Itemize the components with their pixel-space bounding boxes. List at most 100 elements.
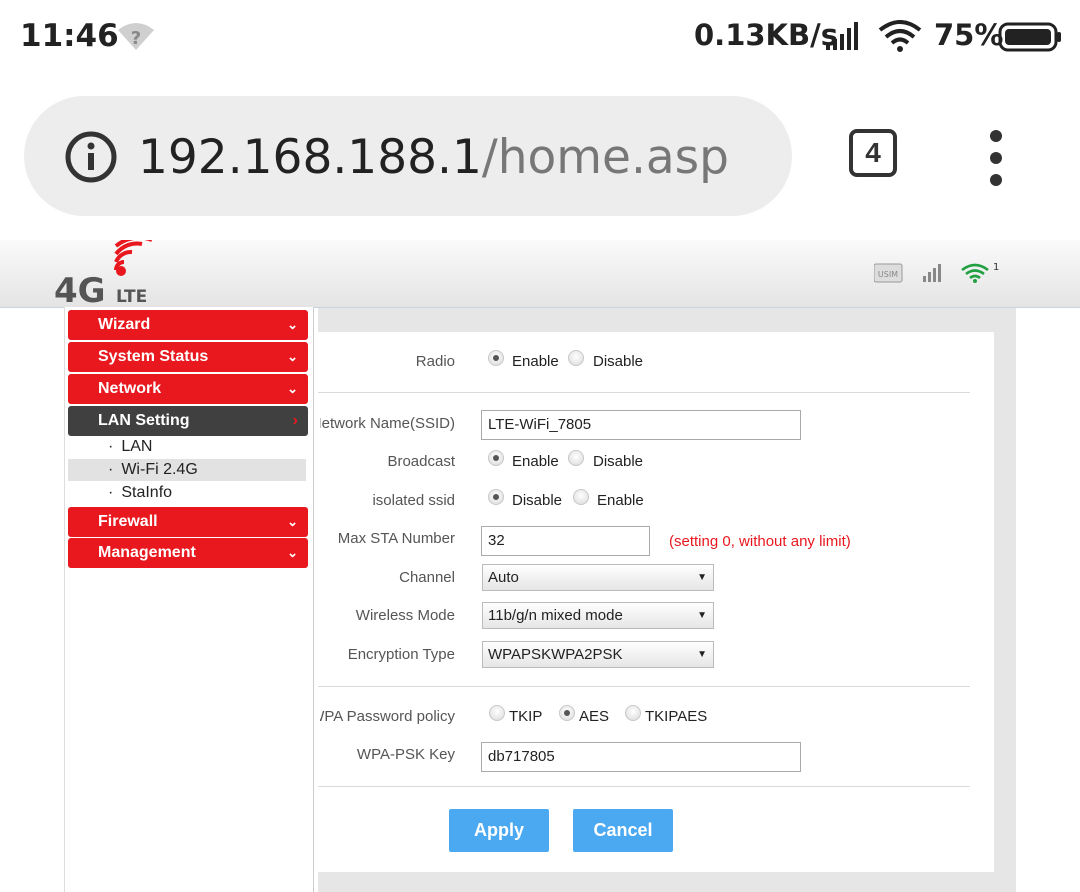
battery-icon xyxy=(998,22,1061,52)
wpa-tkip-text: TKIP xyxy=(509,708,543,725)
menu-management[interactable]: Management ⌄ xyxy=(68,538,308,568)
submenu-label: LAN xyxy=(121,438,153,455)
bullet: · xyxy=(108,484,114,501)
submenu-label: StaInfo xyxy=(121,484,173,501)
submenu-label: Wi-Fi 2.4G xyxy=(121,461,198,478)
url-text[interactable]: 192.168.188.1/home.asp xyxy=(138,130,729,185)
wifi-unknown-icon: ? xyxy=(118,23,154,50)
url-path: /home.asp xyxy=(481,130,729,185)
radio-enable-text: Enable xyxy=(512,353,559,370)
wifi-status-icon xyxy=(961,263,989,283)
menu-system-status[interactable]: System Status ⌄ xyxy=(68,342,308,372)
signal-bars-icon xyxy=(923,264,941,282)
chevron-down-icon: ⌄ xyxy=(287,514,298,529)
network-speed: 0.13KB/s xyxy=(694,18,838,52)
sidebar: Wizard ⌄ System Status ⌄ Network ⌄ LAN S… xyxy=(64,307,314,892)
wpa-tkipaes-text: TKIPAES xyxy=(645,708,708,725)
chevron-down-icon: ⌄ xyxy=(287,349,298,364)
isolated-disable-text: Disable xyxy=(512,492,563,509)
dropdown-arrow-icon: ▼ xyxy=(697,610,707,621)
wireless-mode-value: 11b/g/n mixed mode xyxy=(488,607,623,624)
wireless-mode-select[interactable]: 11b/g/n mixed mode ▼ xyxy=(482,602,714,629)
radio-disable-option[interactable] xyxy=(568,350,584,366)
menu-network[interactable]: Network ⌄ xyxy=(68,374,308,404)
chevron-down-icon: ⌄ xyxy=(287,381,298,396)
usim-icon: USIM xyxy=(874,263,903,283)
header-status-icons: USIM 1 xyxy=(874,262,999,283)
broadcast-enable-option[interactable] xyxy=(488,450,504,466)
wpa-psk-key-label: WPA-PSK Key xyxy=(356,746,455,763)
router-logo: 4G LTE xyxy=(54,240,152,307)
max-sta-hint: (setting 0, without any limit) xyxy=(669,533,851,550)
chevron-right-icon: › xyxy=(292,412,298,429)
wpa-aes-option[interactable] xyxy=(559,705,575,721)
wpa-tkipaes-option[interactable] xyxy=(625,705,641,721)
wireless-mode-label: Wireless Mode xyxy=(355,607,455,624)
wifi-client-count: 1 xyxy=(993,262,999,273)
svg-text:USIM: USIM xyxy=(878,270,898,279)
dropdown-arrow-icon: ▼ xyxy=(697,572,707,583)
browser-toolbar: 192.168.188.1/home.asp 4 xyxy=(0,76,1080,240)
menu-label: Network xyxy=(98,380,162,397)
battery-percent: 75% xyxy=(934,18,1004,52)
wifi-icon xyxy=(878,20,922,52)
status-bar: 11:46 ? 0.13KB/s 75% xyxy=(0,0,1080,76)
menu-label: System Status xyxy=(98,348,209,365)
svg-text:?: ? xyxy=(131,28,141,49)
encryption-type-label: Encryption Type xyxy=(347,646,455,663)
menu-label: LAN Setting xyxy=(98,412,190,429)
logo-sub: LTE xyxy=(116,287,147,307)
overflow-menu-icon[interactable] xyxy=(984,130,1008,186)
isolated-ssid-label: isolated ssid xyxy=(372,492,455,509)
divider xyxy=(318,686,970,687)
menu-label: Management xyxy=(98,544,196,561)
menu-lan-setting[interactable]: LAN Setting › xyxy=(68,406,308,436)
submenu-lan[interactable]: · LAN xyxy=(68,436,306,458)
broadcast-label: Broadcast xyxy=(387,453,455,470)
max-sta-input[interactable]: 32 xyxy=(481,526,650,556)
cancel-button[interactable]: Cancel xyxy=(573,809,673,852)
chevron-down-icon: ⌄ xyxy=(287,545,298,560)
broadcast-enable-text: Enable xyxy=(512,453,559,470)
apply-button[interactable]: Apply xyxy=(449,809,549,852)
wpa-tkip-option[interactable] xyxy=(489,705,505,721)
radio-enable-option[interactable] xyxy=(488,350,504,366)
chevron-down-icon: ⌄ xyxy=(287,317,298,332)
bullet: · xyxy=(108,438,114,455)
menu-firewall[interactable]: Firewall ⌄ xyxy=(68,507,308,537)
cell-signal-icon xyxy=(826,22,858,50)
radio-disable-text: Disable xyxy=(593,353,644,370)
channel-value: Auto xyxy=(488,569,519,586)
url-host: 192.168.188.1 xyxy=(138,130,482,185)
dropdown-arrow-icon: ▼ xyxy=(697,649,707,660)
wpa-policy-label: WPA Password policy xyxy=(320,708,455,725)
encryption-type-value: WPAPSKWPA2PSK xyxy=(488,646,623,663)
channel-label: Channel xyxy=(399,569,455,586)
isolated-enable-option[interactable] xyxy=(573,489,589,505)
router-header: 4G LTE USIM 1 xyxy=(0,240,1080,308)
menu-label: Wizard xyxy=(98,316,151,333)
tabs-icon[interactable]: 4 xyxy=(849,129,897,177)
radio-label: Radio xyxy=(415,353,455,370)
submenu-stainfo[interactable]: · StaInfo xyxy=(68,482,306,504)
bullet: · xyxy=(108,461,114,478)
menu-label: Firewall xyxy=(98,513,158,530)
isolated-enable-text: Enable xyxy=(597,492,644,509)
wpa-aes-text: AES xyxy=(579,708,610,725)
info-icon[interactable] xyxy=(64,130,118,184)
wpa-psk-key-input[interactable]: db717805 xyxy=(481,742,801,772)
max-sta-label: Max STA Number xyxy=(337,530,455,547)
divider xyxy=(318,786,970,787)
ssid-label: Network Name(SSID) xyxy=(320,415,455,432)
broadcast-disable-text: Disable xyxy=(593,453,644,470)
broadcast-disable-option[interactable] xyxy=(568,450,584,466)
address-bar[interactable]: 192.168.188.1/home.asp xyxy=(24,96,792,216)
encryption-type-select[interactable]: WPAPSKWPA2PSK ▼ xyxy=(482,641,714,668)
isolated-disable-option[interactable] xyxy=(488,489,504,505)
submenu-wifi-2-4g[interactable]: · Wi-Fi 2.4G xyxy=(68,459,306,481)
status-time: 11:46 xyxy=(20,18,119,54)
ssid-input[interactable]: LTE-WiFi_7805 xyxy=(481,410,801,440)
logo-main: 4G xyxy=(54,271,106,307)
channel-select[interactable]: Auto ▼ xyxy=(482,564,714,591)
menu-wizard[interactable]: Wizard ⌄ xyxy=(68,310,308,340)
